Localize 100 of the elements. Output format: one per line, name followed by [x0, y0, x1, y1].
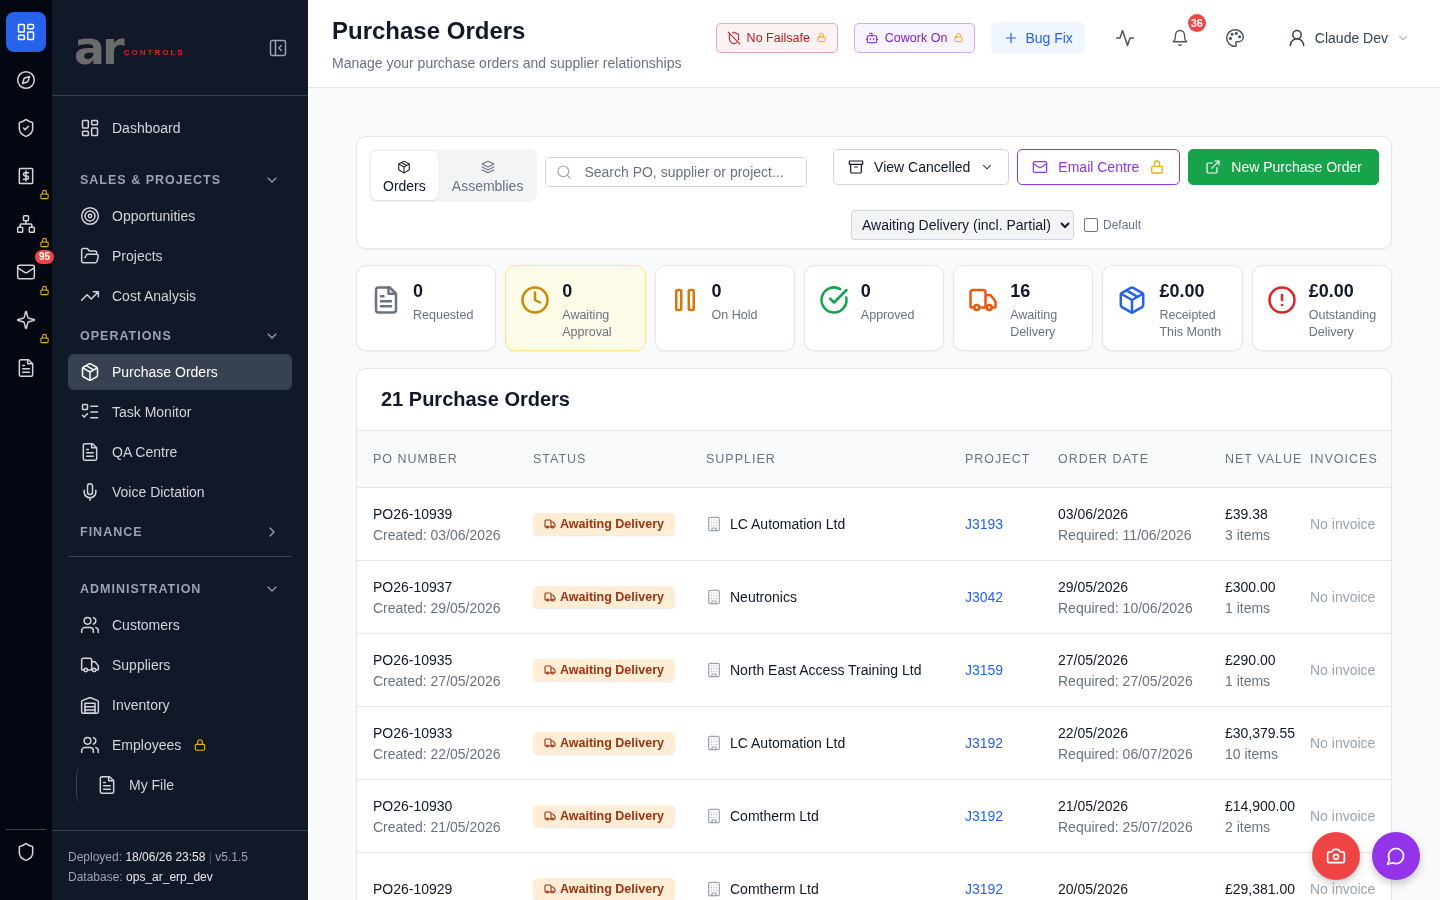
user-menu[interactable]: Claude Dev: [1280, 26, 1416, 49]
lock-icon: [1149, 159, 1166, 175]
net-value: £30,379.55: [1225, 724, 1297, 741]
building-icon: [706, 589, 722, 605]
truck-icon: [544, 591, 556, 603]
shield-icon: [16, 842, 36, 862]
document-icon: [80, 442, 100, 462]
stat-card[interactable]: 0 Requested: [356, 265, 497, 351]
truck-icon: [544, 810, 556, 822]
notifications-button[interactable]: [1170, 28, 1189, 47]
sidebar-item[interactable]: Suppliers: [68, 647, 292, 683]
sidebar-item[interactable]: Cost Analysis: [68, 278, 292, 314]
po-number: PO26-10939: [373, 505, 454, 522]
status-badge: Awaiting Delivery: [533, 659, 675, 681]
tab[interactable]: Assemblies: [439, 151, 536, 200]
external-link-icon: [1205, 159, 1222, 175]
status-badge: Awaiting Delivery: [533, 586, 675, 608]
project-link[interactable]: J3193: [965, 516, 1004, 532]
tab[interactable]: Orders: [371, 151, 438, 200]
section-header[interactable]: ADMINISTRATION: [68, 571, 292, 607]
sidebar-item[interactable]: Projects: [68, 238, 292, 274]
mail-icon: [16, 262, 36, 282]
sidebar-item[interactable]: Purchase Orders: [68, 354, 292, 390]
view-cancelled-button[interactable]: View Cancelled: [833, 149, 1010, 185]
stat-label: On Hold: [711, 307, 758, 324]
net-value: £14,900.00: [1225, 797, 1297, 814]
section-header[interactable]: SALES & PROJECTS: [68, 162, 292, 198]
sidebar-item[interactable]: Inventory: [68, 687, 292, 723]
search-field[interactable]: Search PO, supplier or project...: [545, 156, 808, 187]
stat-card[interactable]: 0 Approved: [803, 265, 945, 351]
invoice-status: No invoice: [1310, 662, 1377, 678]
palette-icon: [1224, 27, 1245, 48]
required-date: Required: 27/05/2026: [1058, 672, 1194, 689]
net-value: £29,381.00: [1225, 881, 1297, 897]
stat-card[interactable]: 0 Awaiting Approval: [505, 265, 646, 351]
invoice-status: No invoice: [1310, 808, 1377, 824]
sidebar-item[interactable]: QA Centre: [68, 434, 292, 470]
invoice-status: No invoice: [1310, 516, 1377, 532]
project-link[interactable]: J3192: [965, 808, 1004, 824]
required-date: Required: 11/06/2026: [1058, 526, 1193, 543]
bell-icon: [1170, 28, 1189, 47]
stat-label: Receipted This Month: [1159, 307, 1223, 341]
sidebar-item[interactable]: Dashboard: [68, 110, 292, 146]
database-info: Database: ops_ar_erp_dev: [68, 869, 214, 886]
stat-card[interactable]: 0 On Hold: [654, 265, 795, 351]
stat-card[interactable]: £0.00 Outstanding Delivery: [1251, 265, 1392, 351]
project-link[interactable]: J3192: [965, 881, 1004, 897]
clock-icon: [520, 285, 551, 315]
sidebar-item[interactable]: Customers: [68, 607, 292, 643]
chat-button[interactable]: [1372, 832, 1420, 880]
supplier-name: LC Automation Ltd: [730, 516, 846, 532]
checklist-icon: [80, 402, 100, 422]
alert-icon: [1266, 285, 1297, 315]
email-centre-button[interactable]: Email Centre: [1017, 149, 1181, 185]
stat-value: 16: [1010, 281, 1032, 302]
rail-button[interactable]: [6, 12, 46, 52]
status-badge: Awaiting Delivery: [533, 805, 675, 827]
collapse-button[interactable]: [268, 37, 288, 58]
supplier-name: Neutronics: [730, 589, 797, 605]
mode-toggle[interactable]: Cowork On: [853, 22, 976, 53]
building-icon: [706, 516, 722, 532]
sidebar-item[interactable]: My File: [85, 767, 292, 803]
net-value: £300.00: [1225, 578, 1277, 595]
project-link[interactable]: J3159: [965, 662, 1004, 678]
project-link[interactable]: J3192: [965, 735, 1004, 751]
mode-toggle[interactable]: No Failsafe: [715, 22, 838, 53]
page-subtitle: Manage your purchase orders and supplier relationships: [332, 54, 683, 71]
microphone-icon: [80, 482, 100, 502]
truck-icon: [544, 883, 556, 895]
required-date: Required: 06/07/2026: [1058, 745, 1194, 762]
column-header: PROJECT: [965, 452, 1032, 466]
sparkles-icon: [16, 310, 36, 330]
sidebar-item[interactable]: Task Monitor: [68, 394, 292, 430]
column-header: ORDER DATE: [1058, 452, 1151, 466]
sidebar-item[interactable]: Voice Dictation: [68, 474, 292, 510]
sidebar-item[interactable]: Employees: [68, 727, 292, 763]
status-badge: Awaiting Delivery: [533, 513, 675, 535]
default-checkbox[interactable]: Default: [1084, 218, 1142, 232]
stat-card[interactable]: 16 Awaiting Delivery: [953, 265, 1094, 351]
order-date: 27/05/2026: [1058, 651, 1130, 668]
dashboard-icon: [16, 22, 36, 42]
status-badge: Awaiting Delivery: [533, 732, 675, 754]
archive-icon: [848, 159, 865, 175]
po-number: PO26-10937: [373, 578, 454, 595]
order-date: 21/05/2026: [1058, 797, 1130, 814]
status-filter[interactable]: Awaiting Delivery (incl. Partial): [851, 210, 1074, 240]
project-link[interactable]: J3042: [965, 589, 1004, 605]
truck-icon: [544, 737, 556, 749]
stat-card[interactable]: £0.00 Receipted This Month: [1102, 265, 1243, 351]
check-circle-icon: [818, 285, 849, 315]
stat-label: Awaiting Delivery: [1010, 307, 1059, 341]
lock-icon: [39, 333, 50, 344]
item-count: 3 items: [1225, 526, 1272, 543]
bug-fix-button[interactable]: Bug Fix: [991, 21, 1085, 54]
net-value: £290.00: [1225, 651, 1277, 668]
sidebar-item[interactable]: Opportunities: [68, 198, 292, 234]
section-header[interactable]: OPERATIONS: [68, 318, 292, 354]
item-count: 2 items: [1225, 818, 1272, 835]
section-header[interactable]: FINANCE: [68, 514, 292, 550]
po-number: PO26-10933: [373, 724, 454, 741]
